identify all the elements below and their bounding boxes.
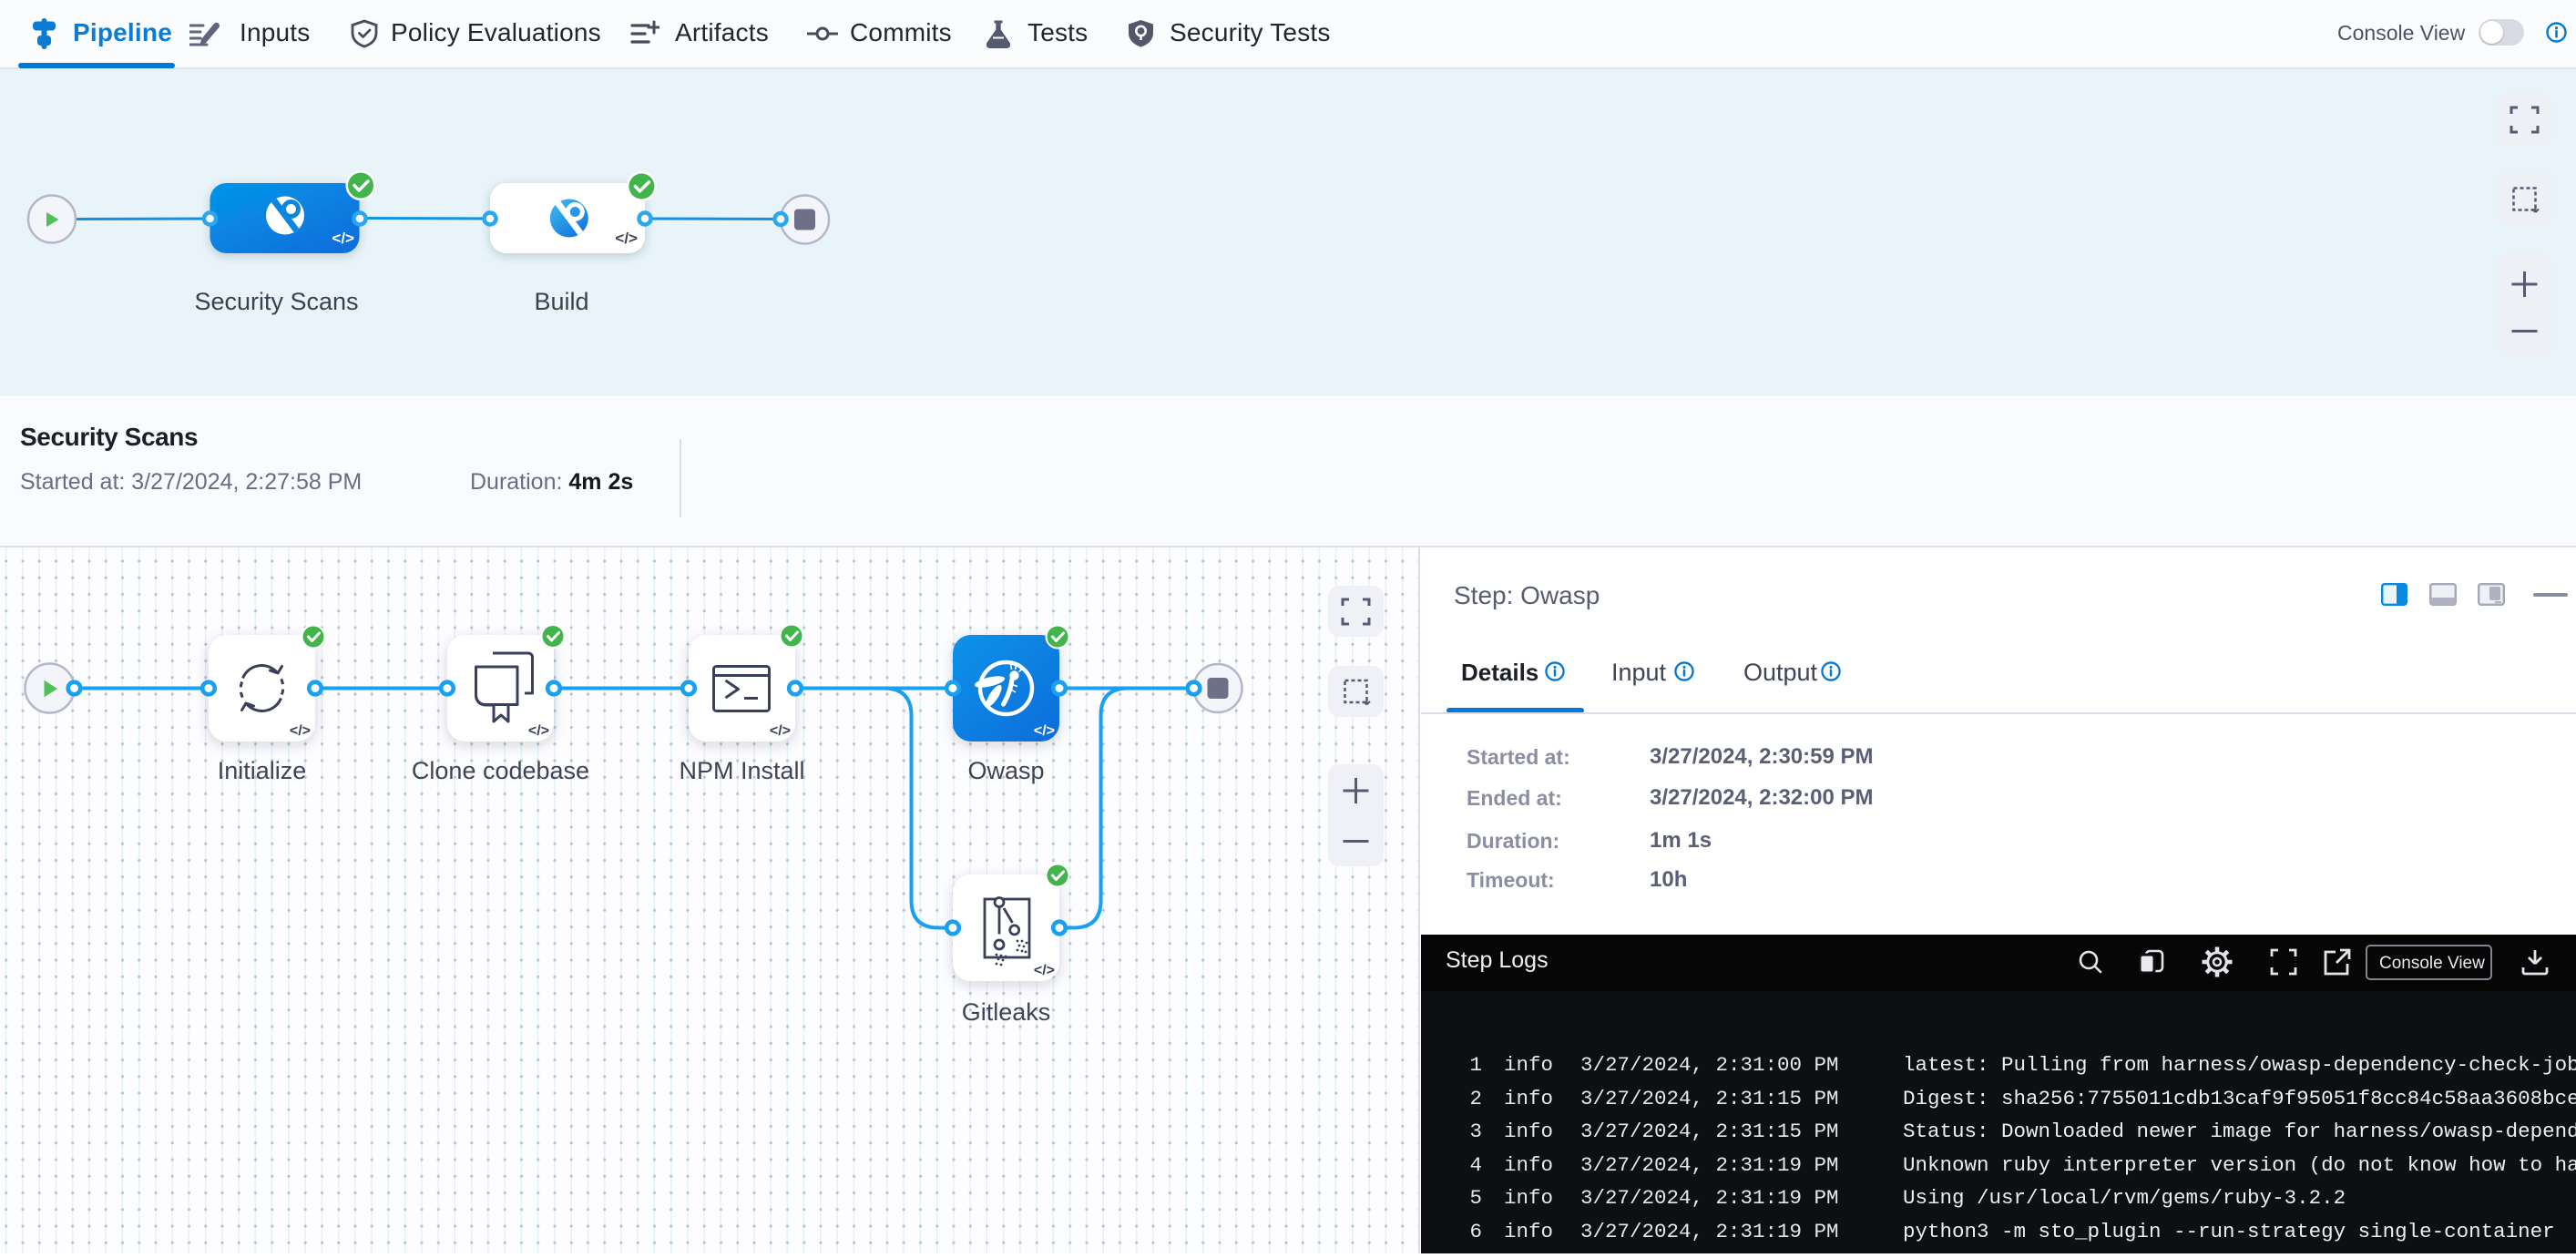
svg-text:</>: </> [615,230,638,247]
svg-text:</>: </> [1034,963,1055,978]
svg-text:</>: </> [528,723,549,739]
svg-text:Owasp: Owasp [967,757,1044,784]
svg-text:Gitleaks: Gitleaks [962,998,1051,1026]
svg-text:NPM Install: NPM Install [679,757,804,784]
svg-text:</>: </> [332,230,354,247]
svg-text:Build: Build [534,288,588,315]
svg-text:Clone codebase: Clone codebase [412,757,589,784]
svg-text:</>: </> [1034,723,1055,739]
svg-text:Security Scans: Security Scans [194,288,358,315]
svg-text:Initialize: Initialize [218,757,307,784]
svg-text:</>: </> [770,723,791,739]
svg-text:</>: </> [290,723,311,739]
